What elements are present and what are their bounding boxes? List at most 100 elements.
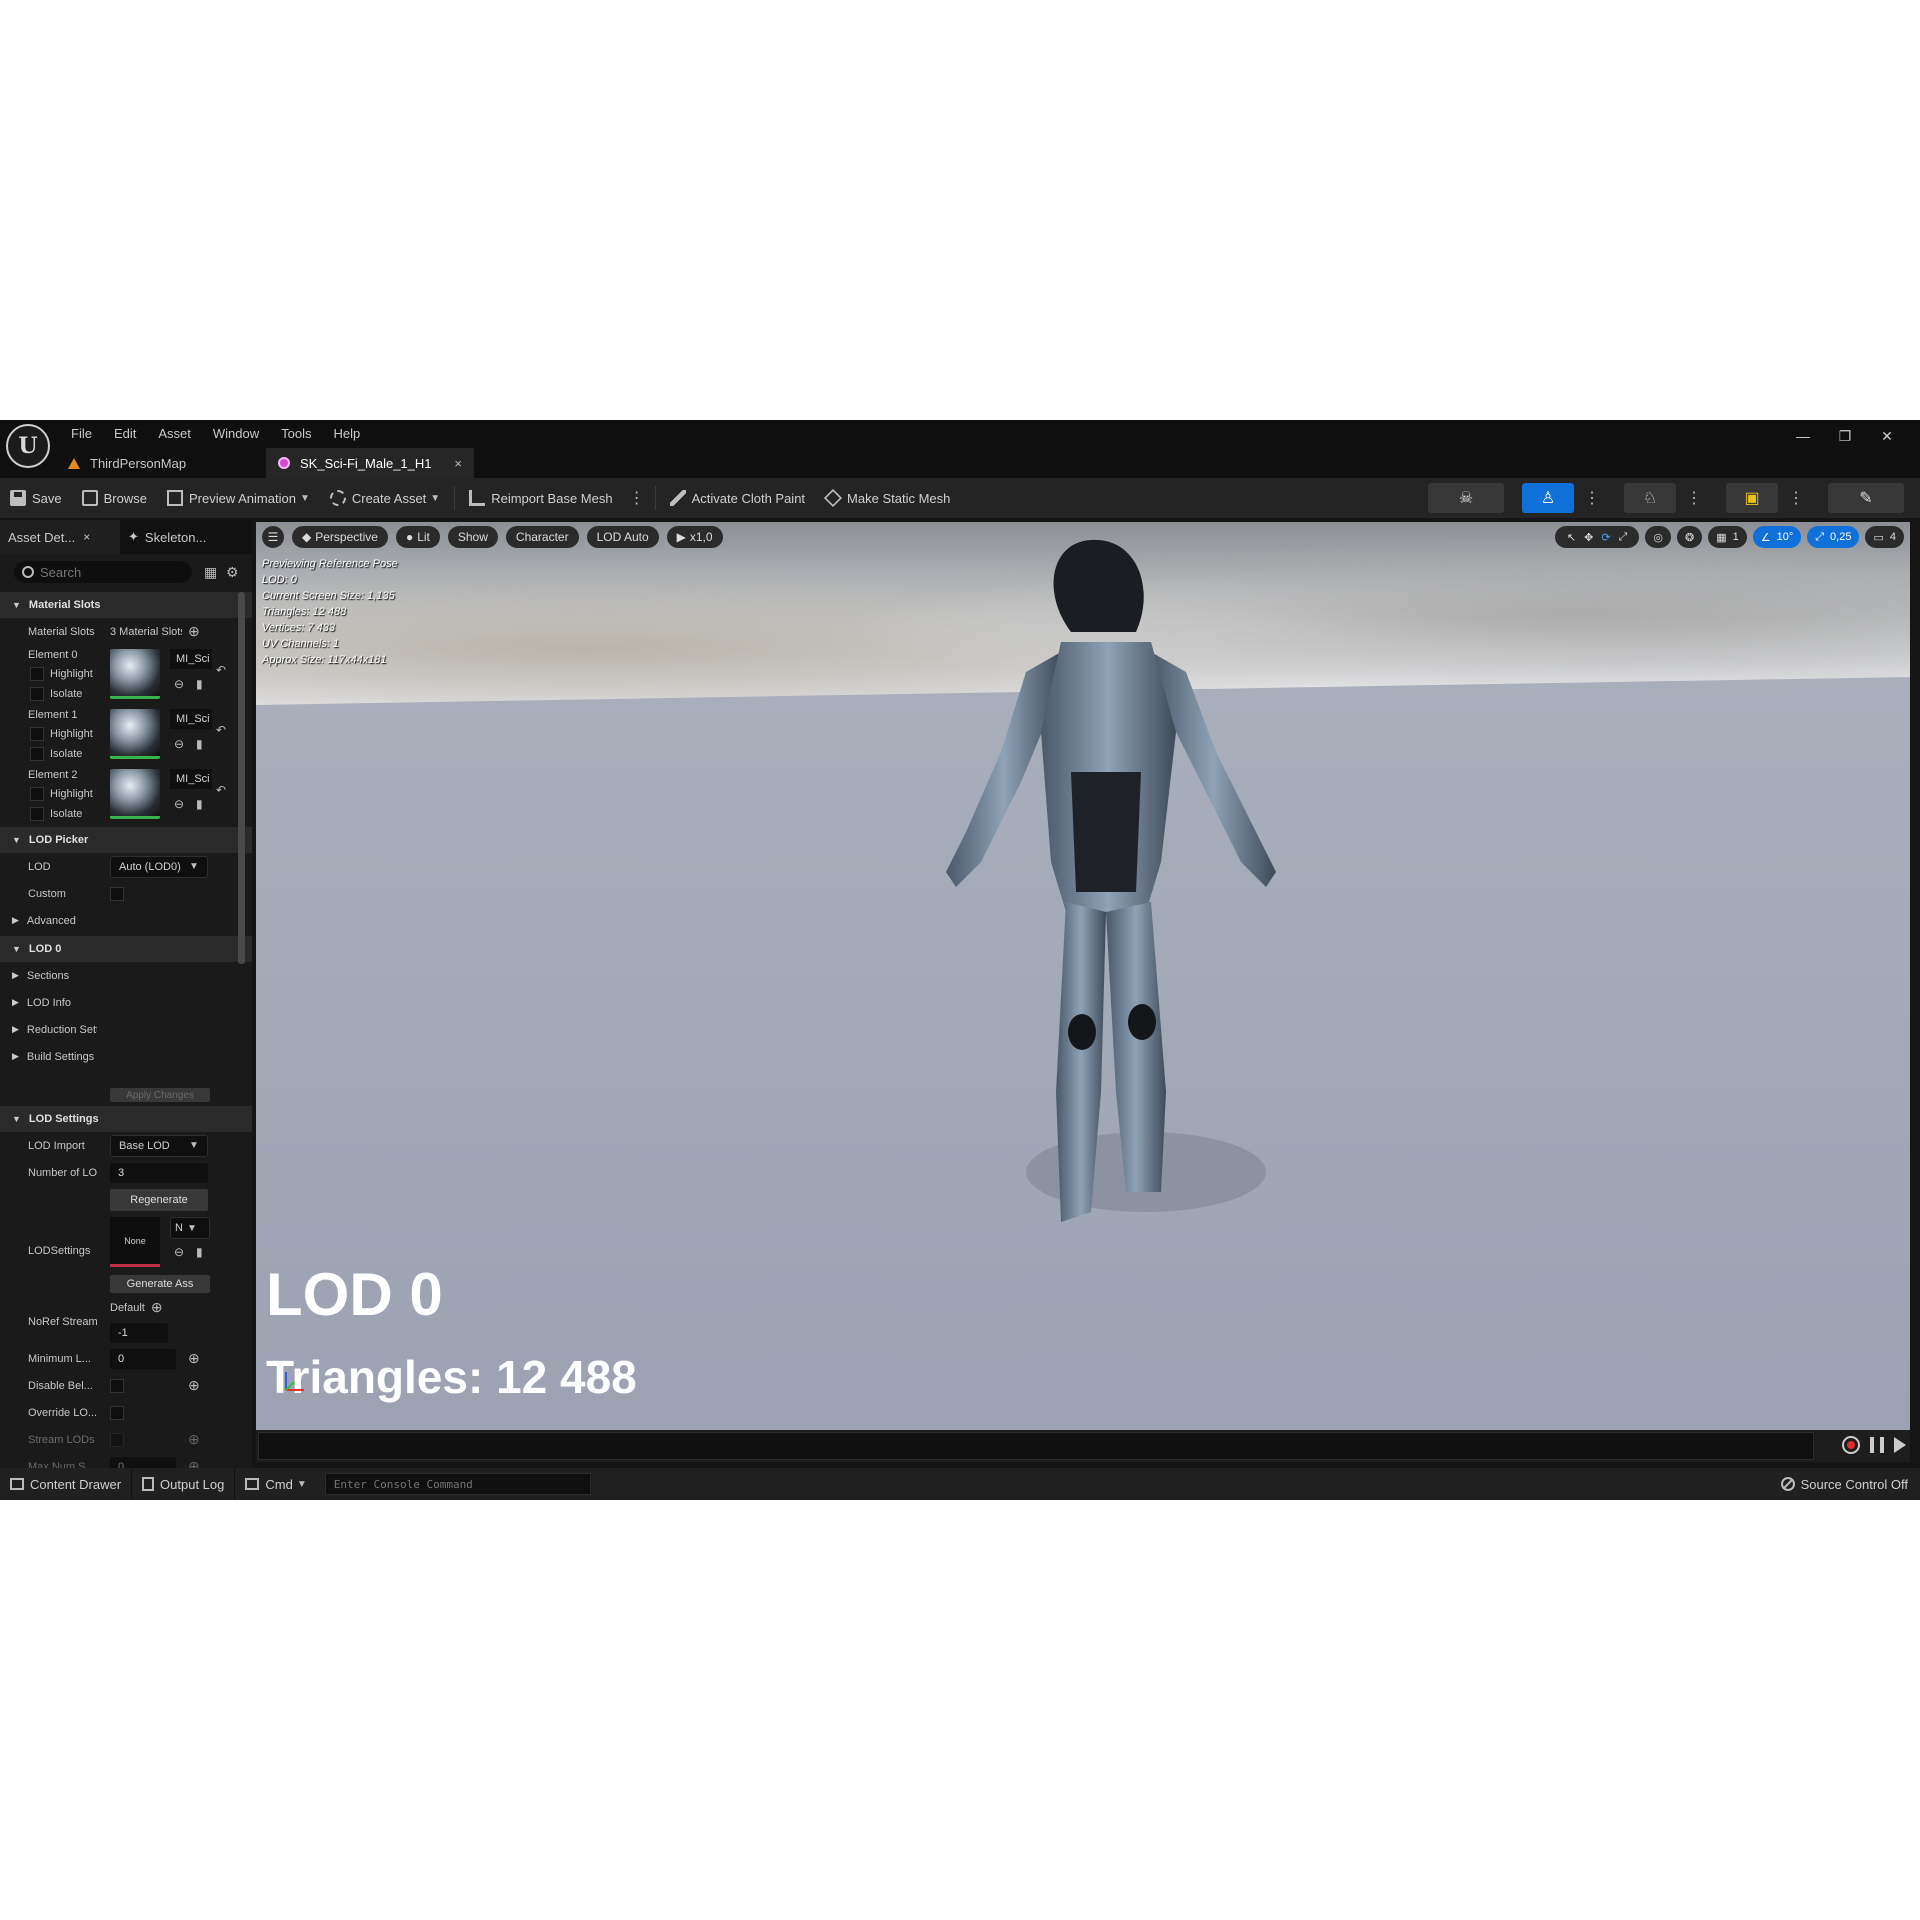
lod-combo[interactable]: Auto (LOD0) ▼ xyxy=(110,855,208,878)
mesh-mode-button[interactable]: ♙ xyxy=(1522,483,1574,513)
surface-snap-button[interactable]: ❂ xyxy=(1676,526,1703,548)
browse-asset-icon[interactable]: ▮ xyxy=(196,737,203,751)
material-thumbnail[interactable] xyxy=(110,709,160,759)
viewport-menu-icon[interactable]: ☰ xyxy=(262,526,284,548)
show-button[interactable]: Show xyxy=(447,526,498,548)
highlight-toggle[interactable]: Highlight xyxy=(30,787,93,801)
browse-asset-icon[interactable]: ▮ xyxy=(196,677,203,691)
tab-third-person-map[interactable]: ThirdPersonMap xyxy=(56,448,266,478)
material-picker[interactable]: MI_Sci xyxy=(170,769,212,789)
table-view-icon[interactable]: ▦ xyxy=(204,564,220,580)
browse-asset-icon[interactable]: ▮ xyxy=(196,1245,203,1259)
generate-asset-button[interactable]: Generate Ass xyxy=(110,1275,210,1293)
menu-help[interactable]: Help xyxy=(322,424,371,443)
lod-auto-button[interactable]: LOD Auto xyxy=(586,526,659,548)
restore-button[interactable]: ❐ xyxy=(1824,428,1866,445)
grid-snap-button[interactable]: ▦ 1 xyxy=(1708,526,1747,548)
use-selected-icon[interactable]: ⊖ xyxy=(174,797,184,811)
reimport-base-mesh-button[interactable]: Reimport Base Mesh xyxy=(459,478,622,518)
highlight-checkbox[interactable] xyxy=(30,727,44,741)
search-input[interactable] xyxy=(40,564,180,580)
regenerate-button[interactable]: Regenerate xyxy=(110,1188,208,1211)
apply-changes-button[interactable]: Apply Changes xyxy=(110,1088,210,1102)
stream-lods-checkbox[interactable] xyxy=(110,1432,124,1447)
lodsettings-combo[interactable]: N ▼ xyxy=(170,1217,210,1239)
unreal-logo-icon[interactable]: U xyxy=(6,424,50,468)
tab-asset-details[interactable]: Asset Det... × xyxy=(0,520,120,554)
browse-button[interactable]: Browse xyxy=(72,478,157,518)
preview-viewport[interactable]: ☰ ◆ Perspective ● Lit Show Character LOD A… xyxy=(256,522,1910,1430)
local-space-button[interactable]: ◎ xyxy=(1645,526,1671,548)
use-selected-icon[interactable]: ⊖ xyxy=(174,1245,184,1259)
add-override-icon[interactable]: ⊕ xyxy=(151,1299,163,1316)
make-static-mesh-button[interactable]: Make Static Mesh xyxy=(815,478,960,518)
reset-icon[interactable]: ↶ xyxy=(216,723,226,737)
highlight-checkbox[interactable] xyxy=(30,787,44,801)
add-slot-icon[interactable]: ⊕ xyxy=(188,623,200,640)
record-icon[interactable] xyxy=(1842,1436,1860,1454)
lod0-header[interactable]: ▼ LOD 0 xyxy=(0,936,252,962)
save-button[interactable]: Save xyxy=(0,478,72,518)
material-picker[interactable]: MI_Sci xyxy=(170,649,212,669)
rotate-icon[interactable]: ⟳ xyxy=(1601,531,1610,544)
character-button[interactable]: Character xyxy=(505,526,579,548)
lod-import-combo[interactable]: Base LOD ▼ xyxy=(110,1134,208,1157)
close-icon[interactable]: × xyxy=(83,530,90,544)
activate-cloth-paint-button[interactable]: Activate Cloth Paint xyxy=(660,478,815,518)
lodsettings-thumbnail[interactable]: None xyxy=(110,1217,160,1267)
material-slots-header[interactable]: ▼ Material Slots xyxy=(0,592,252,618)
add-override-icon[interactable]: ⊕ xyxy=(188,1377,200,1394)
menu-asset[interactable]: Asset xyxy=(147,424,202,443)
lod-picker-header[interactable]: ▼ LOD Picker xyxy=(0,827,252,853)
use-selected-icon[interactable]: ⊖ xyxy=(174,677,184,691)
tab-skeleton-tree[interactable]: ✦ Skeleton... xyxy=(120,520,214,554)
skeleton-mode-button[interactable]: ☠ xyxy=(1428,483,1504,513)
gear-icon[interactable]: ⚙ xyxy=(226,564,242,580)
minimum-lod-input[interactable]: 0 xyxy=(110,1348,176,1369)
close-window-button[interactable]: ✕ xyxy=(1866,428,1908,445)
menu-tools[interactable]: Tools xyxy=(270,424,322,443)
move-icon[interactable]: ✥ xyxy=(1584,531,1593,544)
isolate-checkbox[interactable] xyxy=(30,687,44,701)
output-log-button[interactable]: Output Log xyxy=(132,1468,236,1500)
source-control-button[interactable]: Source Control Off xyxy=(1780,1477,1908,1492)
add-override-icon[interactable]: ⊕ xyxy=(188,1350,200,1367)
scale-snap-button[interactable]: ⤢ 0,25 xyxy=(1807,526,1860,548)
create-asset-button[interactable]: Create Asset ▼ xyxy=(320,478,450,518)
browse-asset-icon[interactable]: ▮ xyxy=(196,797,203,811)
custom-checkbox[interactable] xyxy=(110,886,124,901)
animation-mode-button[interactable]: ♘ xyxy=(1624,483,1676,513)
highlight-toggle[interactable]: Highlight xyxy=(30,667,93,681)
isolate-checkbox[interactable] xyxy=(30,747,44,761)
blueprint-mode-button[interactable]: ▣ xyxy=(1726,483,1778,513)
isolate-toggle[interactable]: Isolate xyxy=(30,807,82,821)
more-options-icon[interactable]: ⋮ xyxy=(1578,488,1606,508)
close-tab-icon[interactable]: × xyxy=(454,456,462,471)
preview-animation-button[interactable]: Preview Animation ▼ xyxy=(157,478,320,518)
tab-skeletal-mesh[interactable]: SK_Sci-Fi_Male_1_H1 × xyxy=(266,448,474,478)
lit-button[interactable]: ● Lit xyxy=(395,526,440,548)
cmd-dropdown[interactable]: Cmd ▼ xyxy=(235,1468,316,1500)
timeline-track[interactable] xyxy=(258,1432,1814,1460)
more-options-icon[interactable]: ⋮ xyxy=(1782,488,1810,508)
lod-settings-header[interactable]: ▼ LOD Settings xyxy=(0,1106,252,1132)
number-of-lods-input[interactable]: 3 xyxy=(110,1162,208,1183)
use-selected-icon[interactable]: ⊖ xyxy=(174,737,184,751)
material-thumbnail[interactable] xyxy=(110,769,160,819)
menu-window[interactable]: Window xyxy=(202,424,270,443)
add-override-icon[interactable]: ⊕ xyxy=(188,1431,200,1448)
physics-mode-button[interactable]: ✎ xyxy=(1828,483,1904,513)
perspective-button[interactable]: ◆ Perspective xyxy=(292,526,388,548)
rotation-snap-button[interactable]: ∠ 10° xyxy=(1752,526,1802,548)
content-drawer-button[interactable]: Content Drawer xyxy=(0,1468,133,1500)
play-icon[interactable] xyxy=(1894,1437,1906,1453)
more-options-icon[interactable]: ⋮ xyxy=(623,488,651,508)
disable-below-checkbox[interactable] xyxy=(110,1378,124,1393)
reset-icon[interactable]: ↶ xyxy=(216,663,226,677)
highlight-checkbox[interactable] xyxy=(30,667,44,681)
isolate-toggle[interactable]: Isolate xyxy=(30,687,82,701)
isolate-toggle[interactable]: Isolate xyxy=(30,747,82,761)
material-picker[interactable]: MI_Sci xyxy=(170,709,212,729)
scale-icon[interactable]: ⤢ xyxy=(1619,531,1628,544)
lod-info-row[interactable]: ▶ LOD Info xyxy=(0,989,252,1016)
